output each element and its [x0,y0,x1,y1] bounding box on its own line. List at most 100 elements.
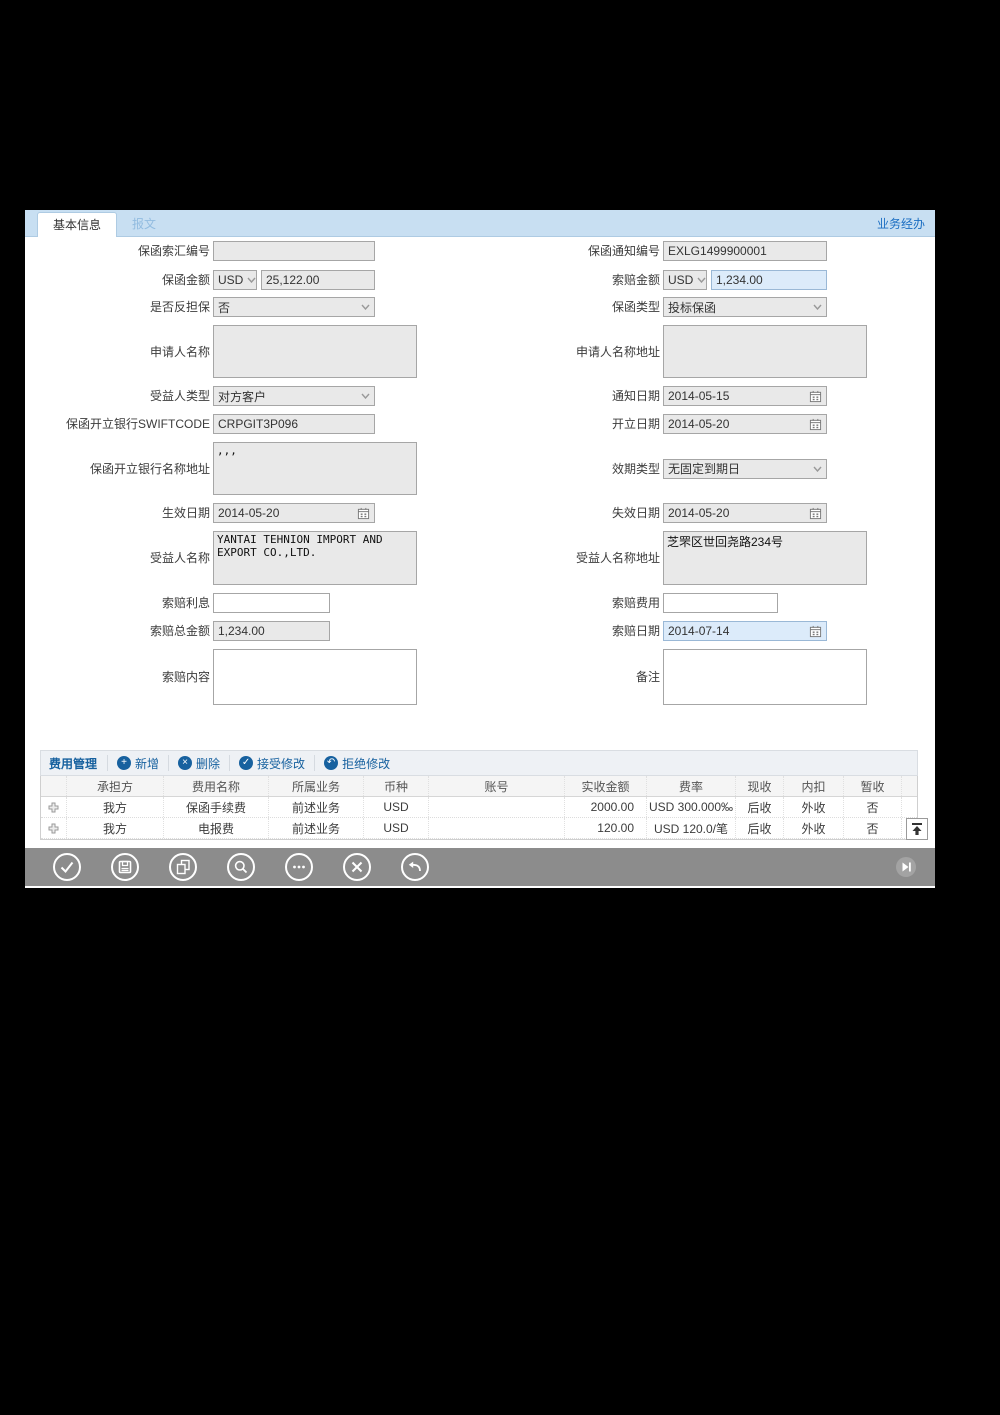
applicant-address-textarea[interactable] [663,325,867,378]
applicant-address-label: 申请人名称地址 [575,344,660,359]
issuing-bank-addr-textarea[interactable]: ,,, [213,442,417,495]
claim-currency-select[interactable]: USD [663,269,707,290]
beneficiary-address-label: 受益人名称地址 [575,551,660,565]
more-button[interactable] [284,852,314,882]
effective-date-input[interactable]: 2014-05-20 [213,503,375,523]
close-button[interactable] [342,852,372,882]
claim-total-label: 索赔总金额 [149,624,210,638]
table-row[interactable]: 我方 电报费 前述业务 USD 120.00 USD 120.0/笔 后收 外收… [41,818,917,839]
swift-code-label: 保函开立银行SWIFTCODE [66,417,210,431]
chevron-down-icon [247,277,256,283]
fee-table: 承担方 费用名称 所属业务 币种 账号 实收金额 费率 现收 内扣 暂收 我方 … [40,776,918,840]
chevron-down-icon [361,304,370,310]
applicant-name-label: 申请人名称 [149,344,210,359]
beneficiary-address-textarea[interactable]: 芝罘区世回尧路234号 [663,531,867,585]
remarks-label: 备注 [635,670,660,684]
applicant-name-textarea[interactable] [213,325,417,378]
col-collect-now: 现收 [736,776,784,796]
col-bearer: 承担方 [67,776,164,796]
beneficiary-type-select[interactable]: 对方客户 [213,386,375,406]
bottom-toolbar [25,848,935,886]
counter-guarantee-label: 是否反担保 [149,300,210,314]
guarantee-type-label: 保函类型 [611,300,660,314]
fee-section-title: 费用管理 [49,756,98,771]
skip-to-end-button[interactable] [894,855,918,879]
check-icon: ✓ [239,756,254,770]
claim-date-label: 索赔日期 [611,624,660,638]
scroll-to-top-button[interactable] [906,818,928,840]
beneficiary-name-label: 受益人名称 [149,551,210,565]
calendar-icon[interactable] [809,625,822,638]
counter-guarantee-select[interactable]: 否 [213,297,375,317]
fee-management-section: 费用管理 + 新增 × 删除 ✓ 接受修改 ↶ 拒绝修改 承担方 费用名称 所属业务 币… [40,750,918,840]
claim-remit-no-label: 保函索汇编号 [137,244,210,258]
validity-type-select[interactable]: 无固定到期日 [663,458,827,479]
fee-delete-button[interactable]: × 删除 [168,755,229,771]
issuing-bank-addr-label: 保函开立银行名称地址 [89,461,210,476]
notice-no-input[interactable] [663,241,827,261]
guarantee-amount-label: 保函金额 [161,272,210,287]
table-row[interactable]: 我方 保函手续费 前述业务 USD 2000.00 USD 300.000‰ 后… [41,797,917,818]
col-account: 账号 [429,776,565,796]
calendar-icon[interactable] [809,507,822,520]
beneficiary-type-label: 受益人类型 [149,389,210,403]
claim-content-label: 索赔内容 [161,670,210,684]
copy-button[interactable] [168,852,198,882]
claim-fee-input[interactable] [663,593,778,613]
effective-date-label: 生效日期 [161,506,210,520]
claim-amount-label: 索赔金额 [611,272,660,287]
guarantee-currency-select[interactable]: USD [213,269,257,290]
claim-interest-input[interactable] [213,593,330,613]
chevron-down-icon [697,277,706,283]
arrow-to-top-icon [910,822,924,836]
calendar-icon[interactable] [809,390,822,403]
notice-no-label: 保函通知编号 [587,244,660,258]
claim-fee-label: 索赔费用 [611,596,660,610]
fee-accept-button[interactable]: ✓ 接受修改 [229,755,314,771]
col-deduct: 内扣 [784,776,844,796]
search-button[interactable] [226,852,256,882]
remarks-textarea[interactable] [663,649,867,705]
undo-arrow-icon: ↶ [324,756,339,770]
app-window: 基本信息 报文 业务经办 保函索汇编号 保函通知编号 保函金额 USD 索赔金额 [25,210,935,888]
fee-table-header: 承担方 费用名称 所属业务 币种 账号 实收金额 费率 现收 内扣 暂收 [41,776,917,797]
fee-toolbar: 费用管理 + 新增 × 删除 ✓ 接受修改 ↶ 拒绝修改 [40,750,918,776]
drag-handle-icon[interactable] [48,823,59,834]
beneficiary-name-textarea[interactable]: YANTAI TEHNION IMPORT AND EXPORT CO.,LTD… [213,531,417,585]
expiry-date-input[interactable]: 2014-05-20 [663,503,827,523]
claim-interest-label: 索赔利息 [161,596,210,610]
col-fee-name: 费用名称 [164,776,269,796]
chevron-down-icon [813,304,822,310]
validity-type-label: 效期类型 [611,461,660,476]
plus-icon: + [117,756,132,770]
col-rate: 费率 [647,776,736,796]
drag-handle-icon[interactable] [48,802,59,813]
x-icon: × [178,756,193,770]
calendar-icon[interactable] [809,418,822,431]
guarantee-type-select[interactable]: 投标保函 [663,297,827,317]
calendar-icon[interactable] [357,507,370,520]
swift-code-input[interactable] [213,414,375,434]
guarantee-amount-input[interactable] [261,269,375,290]
claim-remit-no-input[interactable] [213,241,375,261]
issue-date-input[interactable]: 2014-05-20 [663,414,827,434]
back-button[interactable] [400,852,430,882]
notice-date-input[interactable]: 2014-05-15 [663,386,827,406]
col-currency: 币种 [364,776,429,796]
confirm-button[interactable] [52,852,82,882]
claim-amount-input[interactable] [711,269,827,290]
notice-date-label: 通知日期 [611,389,660,403]
chevron-down-icon [813,466,822,472]
save-button[interactable] [110,852,140,882]
issue-date-label: 开立日期 [611,417,660,431]
claim-total-input[interactable] [213,621,330,641]
fee-add-button[interactable]: + 新增 [107,755,168,771]
col-suspend: 暂收 [844,776,902,796]
col-amount: 实收金额 [565,776,647,796]
claim-date-input[interactable]: 2014-07-14 [663,621,827,641]
col-business: 所属业务 [269,776,364,796]
expiry-date-label: 失效日期 [611,506,660,520]
fee-reject-button[interactable]: ↶ 拒绝修改 [314,755,399,771]
chevron-down-icon [361,393,370,399]
claim-content-textarea[interactable] [213,649,417,705]
